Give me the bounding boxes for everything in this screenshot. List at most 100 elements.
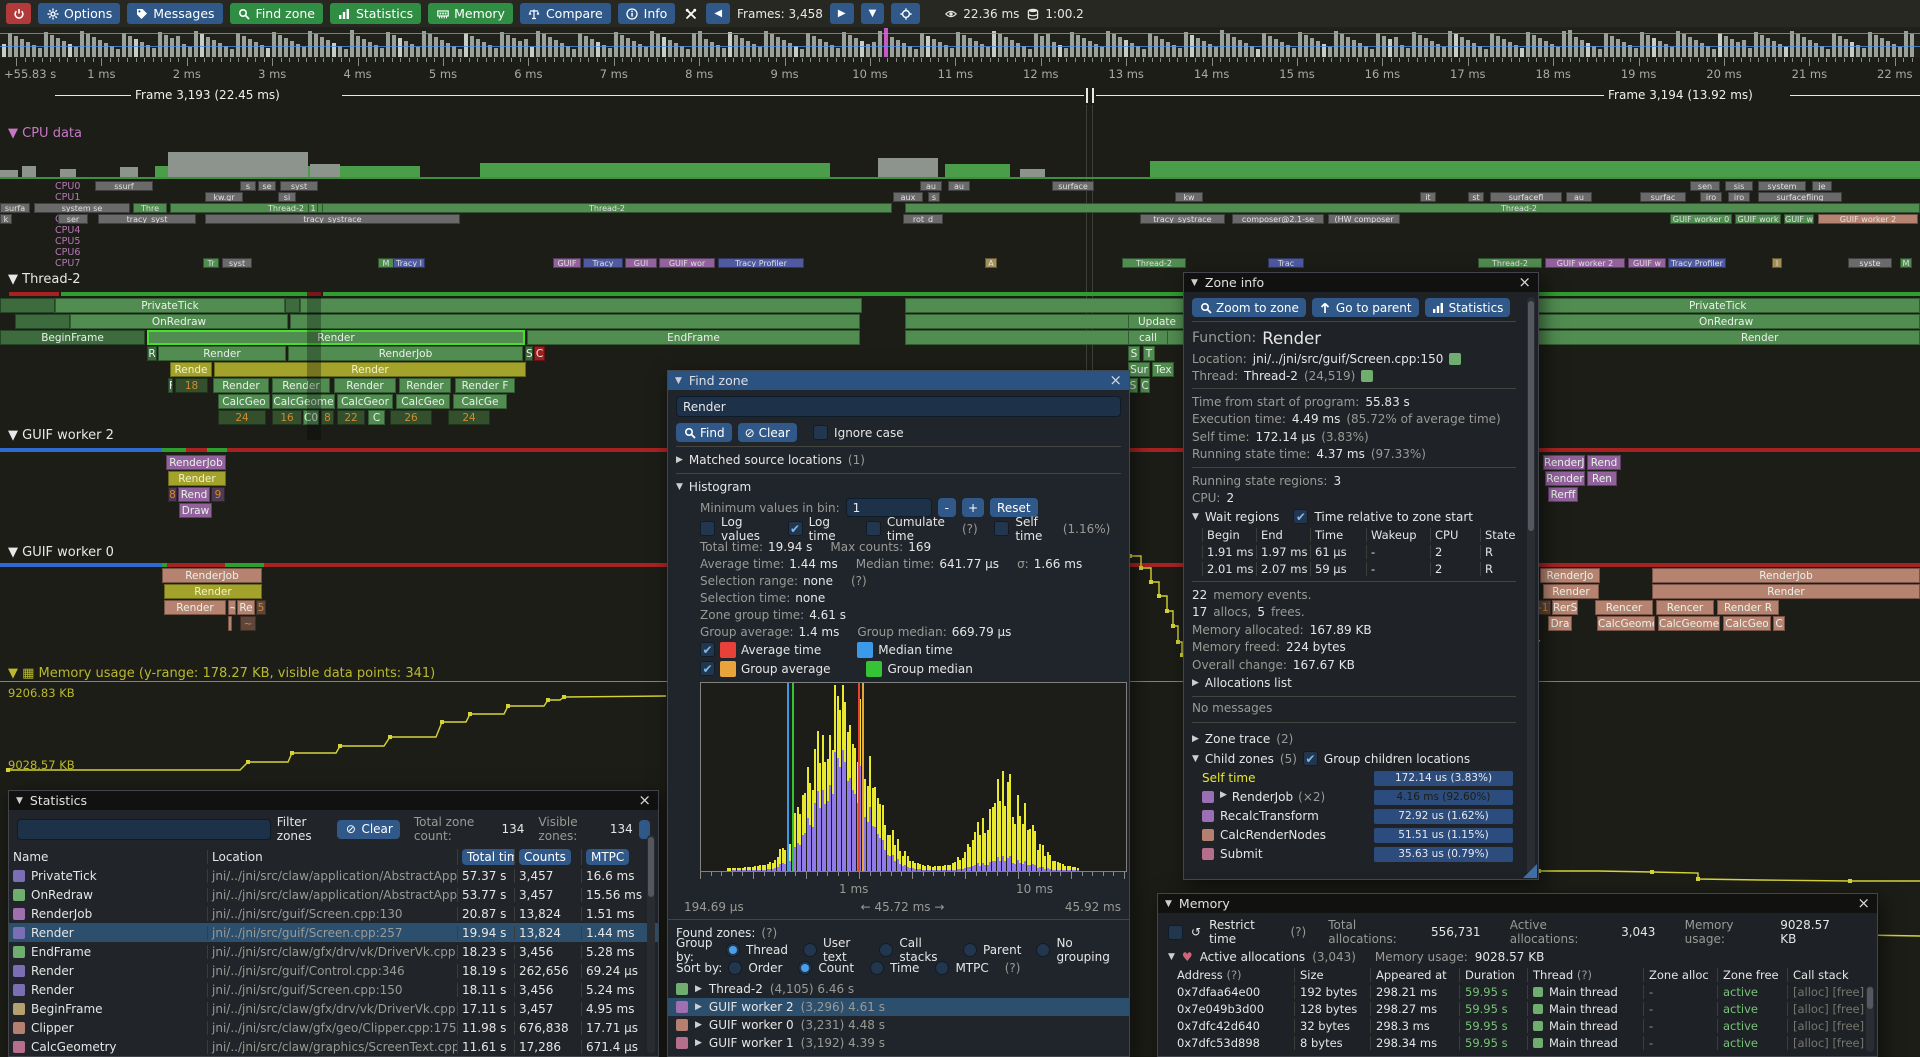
frame-bar[interactable] xyxy=(554,40,558,57)
timeline-zone[interactable]: Render xyxy=(164,600,226,615)
table-row[interactable]: PrivateTickjni/../jni/src/claw/applicati… xyxy=(9,866,658,885)
table-row[interactable]: OnRedrawjni/../jni/src/claw/application/… xyxy=(9,885,658,904)
frame-bar[interactable] xyxy=(1220,30,1224,57)
timeline-zone[interactable]: Render xyxy=(399,378,451,393)
frame-bar[interactable] xyxy=(80,31,84,57)
group-children-checkbox[interactable]: ✔ xyxy=(1303,751,1318,766)
timeline-zone[interactable]: 9 xyxy=(211,487,225,502)
timeline-zone[interactable]: R xyxy=(147,346,157,361)
frame-bar[interactable] xyxy=(56,38,60,57)
timeline-zone[interactable]: C xyxy=(534,346,545,361)
cpu-zone[interactable]: GUIF w xyxy=(1784,214,1814,224)
timeline-zone[interactable]: CalcGeome xyxy=(272,394,335,409)
frame-bar[interactable] xyxy=(1262,33,1266,57)
column-header-counts[interactable]: Counts xyxy=(514,849,581,865)
cpu-zone[interactable]: surfa xyxy=(0,203,30,213)
cpu-zone[interactable]: Trac xyxy=(1268,258,1304,268)
group-by-radio-user-text[interactable] xyxy=(803,943,817,957)
timeline-zone[interactable]: Render xyxy=(213,378,269,393)
frame-bar[interactable] xyxy=(1298,32,1302,57)
statistics-button[interactable]: Statistics xyxy=(330,3,421,24)
frame-bar[interactable] xyxy=(290,41,294,57)
timeline-zone[interactable]: 16 xyxy=(272,410,302,425)
cpu-zone[interactable]: GUIF work xyxy=(1735,214,1781,224)
thread-header[interactable]: ▼ GUIF worker 2 xyxy=(8,428,114,443)
cpu-zone[interactable]: GUIF worker 0 xyxy=(1670,214,1732,224)
timeline-zone[interactable]: BeginFrame xyxy=(0,330,145,345)
frame-bar[interactable] xyxy=(272,32,276,57)
frame-bar[interactable] xyxy=(1166,42,1170,57)
frame-bar[interactable] xyxy=(566,46,570,57)
frame-bar[interactable] xyxy=(1106,31,1110,57)
cpu-zone[interactable]: system xyxy=(1758,181,1806,191)
timeline-zone[interactable]: Render xyxy=(272,378,330,393)
frame-bar[interactable] xyxy=(1784,47,1788,57)
frame-bar[interactable] xyxy=(1688,37,1692,57)
sort-by-radio-time[interactable] xyxy=(870,961,884,975)
goto-frame-button[interactable] xyxy=(891,3,920,24)
group-by-radio-call-stacks[interactable] xyxy=(879,943,893,957)
frame-bar[interactable] xyxy=(1850,42,1854,57)
frame-bar[interactable] xyxy=(1520,48,1524,57)
cpu-zone[interactable]: GUI xyxy=(625,258,657,268)
frame-bar[interactable] xyxy=(596,42,600,57)
frame-bar[interactable] xyxy=(1730,39,1734,57)
thread-color-swatch[interactable] xyxy=(1361,370,1373,382)
frame-bar[interactable] xyxy=(452,46,456,57)
frame-bar[interactable] xyxy=(362,39,366,57)
frame-bar[interactable] xyxy=(1538,38,1542,57)
frame-bar[interactable] xyxy=(380,48,384,57)
frame-bar[interactable] xyxy=(140,42,144,57)
frame-bar[interactable] xyxy=(1280,42,1284,57)
sort-by-help[interactable]: (?) xyxy=(1005,961,1021,975)
table-row[interactable]: Clipperjni/../jni/src/claw/gfx/geo/Clipp… xyxy=(9,1018,658,1037)
frame-bar[interactable] xyxy=(1670,47,1674,57)
frame-bar[interactable] xyxy=(44,32,48,57)
frame-bar[interactable] xyxy=(1292,48,1296,57)
sort-by-radio-mtpc[interactable] xyxy=(935,961,949,975)
cpu-zone[interactable]: s xyxy=(240,181,256,191)
timeline-zone[interactable]: F xyxy=(168,378,173,393)
frame-bar[interactable] xyxy=(38,48,42,57)
cpu-zone[interactable]: 1 xyxy=(308,203,318,213)
cpu-zone[interactable]: syst xyxy=(222,258,252,268)
options-button[interactable]: Options xyxy=(38,3,120,24)
timeline-zone[interactable]: RerS xyxy=(1552,600,1578,615)
frame-bar[interactable] xyxy=(1388,39,1392,57)
column-header-mtpc[interactable]: MTPC xyxy=(581,849,644,865)
clear-filter-button[interactable]: ⊘Clear xyxy=(337,820,399,839)
memory-column-header[interactable]: Call stack xyxy=(1787,968,1875,982)
close-icon[interactable]: × xyxy=(1857,896,1870,911)
frame-bar[interactable] xyxy=(1820,46,1824,57)
memory-scrollbar[interactable] xyxy=(1866,986,1874,1052)
frame-bar[interactable] xyxy=(746,41,750,57)
frame-bar[interactable] xyxy=(914,49,918,57)
table-row[interactable]: CalcGeometryjni/../jni/src/claw/graphics… xyxy=(9,1037,658,1056)
table-row[interactable]: EndFramejni/../jni/src/claw/gfx/drv/vk/D… xyxy=(9,942,658,961)
frame-bar[interactable] xyxy=(1544,41,1548,57)
frame-bar[interactable] xyxy=(1352,40,1356,57)
frame-bar[interactable] xyxy=(1406,48,1410,57)
frame-bar[interactable] xyxy=(1640,32,1644,57)
frame-bar[interactable] xyxy=(1574,37,1578,57)
frame-bar[interactable] xyxy=(800,49,804,57)
frame-bar[interactable] xyxy=(1412,32,1416,57)
frame-bar[interactable] xyxy=(986,47,990,57)
table-row[interactable]: BeginFramejni/../jni/src/claw/gfx/drv/vk… xyxy=(9,999,658,1018)
frame-bar[interactable] xyxy=(1082,38,1086,57)
cpu-zone[interactable]: surface xyxy=(1052,181,1094,191)
frame-bar[interactable] xyxy=(692,33,696,57)
cpu-zone[interactable]: k xyxy=(0,214,12,224)
table-row[interactable]: Renderjni/../jni/src/guif/Control.cpp:34… xyxy=(9,961,658,980)
found-zone-group-row[interactable]: ▶GUIF worker 1(3,192) 4.39 s xyxy=(668,1034,1129,1052)
timeline-zone[interactable]: CalcGeor xyxy=(337,394,393,409)
cpu-zone[interactable]: it xyxy=(1420,192,1436,202)
thread-header[interactable]: ▼ GUIF worker 0 xyxy=(8,545,114,560)
frame-bar[interactable] xyxy=(464,33,468,57)
cpu-zone[interactable]: system se xyxy=(34,203,130,213)
frame-bar[interactable] xyxy=(1790,31,1794,57)
frame-bar[interactable] xyxy=(152,48,156,57)
timeline-zone[interactable]: Render xyxy=(1545,471,1585,486)
histogram-section-header[interactable]: ▼ Histogram xyxy=(676,478,1121,496)
timeline-zone[interactable]: Rende xyxy=(170,362,212,377)
